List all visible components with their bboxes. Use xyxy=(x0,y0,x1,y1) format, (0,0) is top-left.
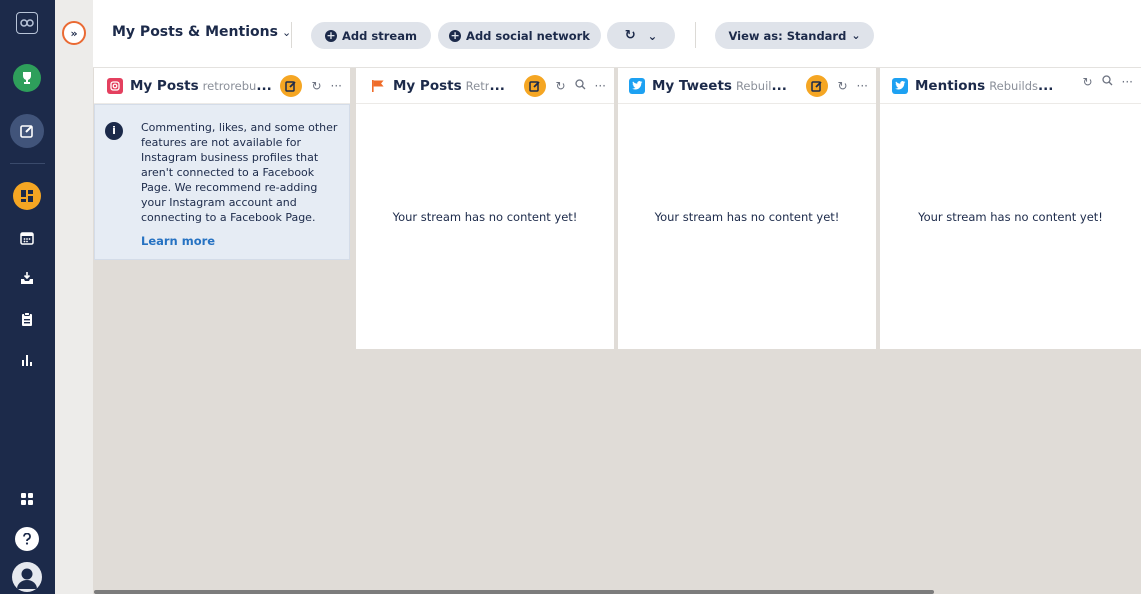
compose-button[interactable] xyxy=(806,75,829,97)
truncation-ellipsis: ... xyxy=(771,77,787,94)
compose-button[interactable] xyxy=(280,75,303,97)
stream-title: My Posts xyxy=(130,77,199,94)
dashboard-icon[interactable] xyxy=(13,182,41,210)
stream-title: My Tweets xyxy=(652,77,732,94)
refresh-icon[interactable]: ↻ xyxy=(837,79,847,93)
instagram-icon xyxy=(107,77,123,94)
empty-stream-message: Your stream has no content yet! xyxy=(392,210,578,224)
avatar[interactable] xyxy=(12,562,42,592)
truncation-ellipsis: ... xyxy=(489,77,505,94)
chevron-down-icon: ⌄ xyxy=(647,28,658,43)
refresh-icon: ↻ xyxy=(624,28,636,43)
truncation-ellipsis: ... xyxy=(1038,77,1054,94)
instagram-notice: i Commenting, likes, and some other feat… xyxy=(94,104,350,260)
nav-divider xyxy=(10,163,45,164)
inbox-icon[interactable] xyxy=(14,265,40,291)
refresh-icon[interactable]: ↻ xyxy=(1082,75,1092,89)
chevron-down-icon: ⌄ xyxy=(281,26,292,39)
stream-column: My Tweets Rebuil ... ↻ ··· Your stream h… xyxy=(618,68,876,349)
flag-icon xyxy=(370,78,386,94)
more-options-icon[interactable]: ··· xyxy=(331,79,342,93)
info-icon: i xyxy=(105,122,123,140)
stream-subtitle: retrorebu xyxy=(202,78,257,93)
twitter-icon xyxy=(629,77,645,94)
plus-circle-icon: + xyxy=(325,28,338,42)
header-divider xyxy=(695,22,696,48)
stream-subtitle: Rebuil xyxy=(735,78,772,93)
analytics-icon[interactable] xyxy=(14,347,40,373)
more-options-icon[interactable]: ··· xyxy=(595,79,606,93)
plus-circle-icon: + xyxy=(449,28,462,42)
stream-header: My Posts & Mentions ⌄ + Add stream + Add … xyxy=(93,0,1141,68)
stream-controls: ↻ ··· xyxy=(806,75,868,97)
view-as-dropdown[interactable]: View as: Standard ⌄ xyxy=(715,22,874,49)
more-options-icon[interactable]: ··· xyxy=(857,79,868,93)
empty-stream-message: Your stream has no content yet! xyxy=(918,210,1103,224)
notice-text: Commenting, likes, and some other featur… xyxy=(141,121,338,224)
add-social-network-label: Add social network xyxy=(466,28,590,43)
apps-grid-icon[interactable] xyxy=(14,486,40,512)
clipboard-icon[interactable] xyxy=(14,306,40,332)
chevron-down-icon: ⌄ xyxy=(851,29,861,42)
calendar-icon[interactable] xyxy=(14,225,40,251)
search-icon[interactable] xyxy=(574,79,586,93)
refresh-icon[interactable]: ↻ xyxy=(311,79,321,93)
stream-column: Mentions Rebuilds ... ↻ ··· Your stream … xyxy=(880,68,1141,349)
refresh-icon[interactable]: ↻ xyxy=(555,79,565,93)
double-chevron-right-icon: » xyxy=(70,26,78,40)
learn-more-link[interactable]: Learn more xyxy=(141,234,215,248)
header-divider xyxy=(291,22,292,48)
expand-panel-button[interactable]: » xyxy=(62,21,86,45)
stream-title: Mentions xyxy=(915,77,986,94)
refresh-menu-button[interactable]: ↻ ⌄ xyxy=(607,22,675,49)
tab-title: My Posts & Mentions xyxy=(112,24,278,40)
stream-controls: ↻ ··· xyxy=(524,75,606,97)
stream-title: My Posts xyxy=(393,77,462,94)
left-nav xyxy=(0,0,55,594)
stream-controls: ↻ ··· xyxy=(280,75,342,97)
twitter-icon xyxy=(892,77,908,94)
add-stream-label: Add stream xyxy=(342,28,417,43)
owl-logo-icon[interactable] xyxy=(16,12,38,34)
stream-subtitle: Retr xyxy=(465,78,490,93)
add-stream-button[interactable]: + Add stream xyxy=(311,22,431,49)
tab-selector[interactable]: My Posts & Mentions ⌄ xyxy=(112,24,291,40)
horizontal-scrollbar[interactable] xyxy=(94,590,934,594)
view-as-label: View as: Standard xyxy=(728,28,847,43)
compose-icon[interactable] xyxy=(10,114,44,148)
stream-subtitle: Rebuilds xyxy=(989,78,1039,93)
stream-column: My Posts retrorebu ... ↻ ··· xyxy=(94,68,350,104)
side-panel-strip xyxy=(55,0,93,594)
stream-controls: ↻ ··· xyxy=(1082,75,1133,89)
truncation-ellipsis: ... xyxy=(256,77,272,94)
help-icon[interactable] xyxy=(15,527,39,551)
trophy-icon[interactable] xyxy=(13,64,41,92)
stream-column: My Posts Retr ... ↻ ··· Your stream has … xyxy=(356,68,614,349)
compose-button[interactable] xyxy=(524,75,547,97)
add-social-network-button[interactable]: + Add social network xyxy=(438,22,601,49)
search-icon[interactable] xyxy=(1101,75,1113,89)
more-options-icon[interactable]: ··· xyxy=(1122,75,1133,89)
empty-stream-message: Your stream has no content yet! xyxy=(654,210,840,224)
